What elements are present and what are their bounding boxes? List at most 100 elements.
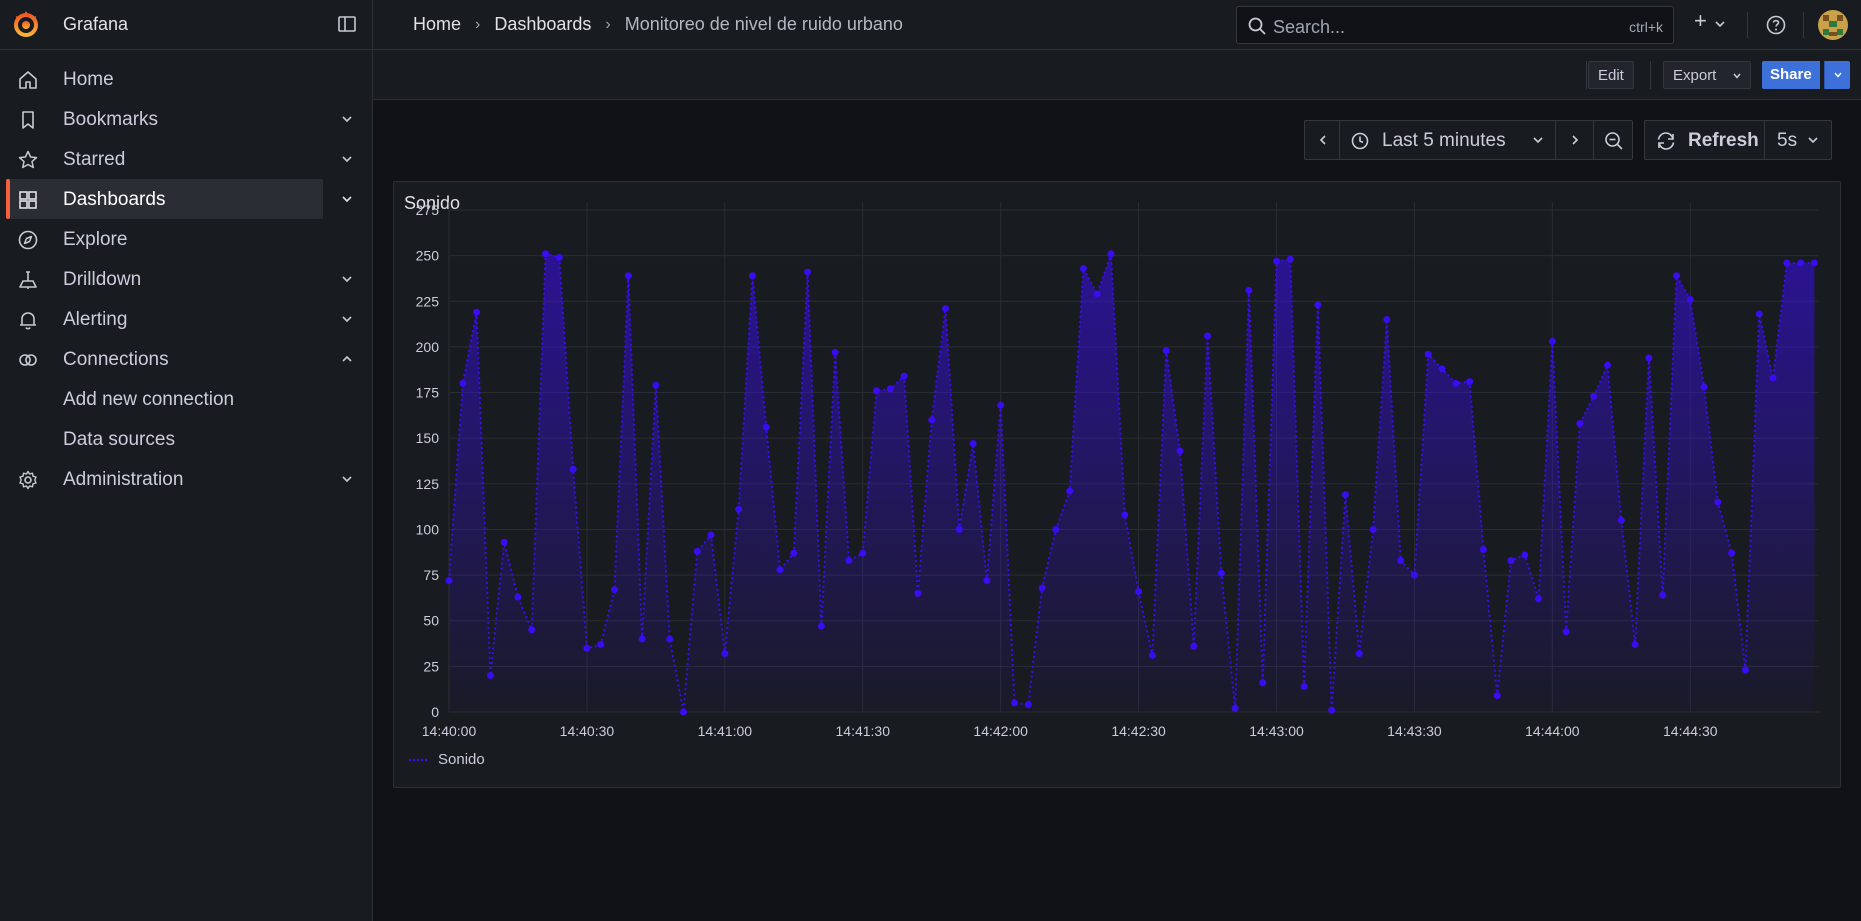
home-icon — [17, 69, 39, 91]
chart-legend: Sonido — [408, 751, 485, 768]
breadcrumb-home[interactable]: Home — [413, 14, 461, 35]
chevron-down-icon[interactable] — [340, 112, 354, 126]
data-point — [914, 589, 922, 597]
help-icon[interactable] — [1765, 14, 1787, 36]
sidebar-item-starred[interactable]: Starred — [0, 139, 373, 179]
sidebar: Home Bookmarks Starred Dashboards Explor… — [0, 50, 373, 921]
sidebar-item-label: Home — [63, 69, 114, 90]
data-point — [790, 549, 798, 557]
data-point — [473, 308, 481, 316]
data-point — [1010, 699, 1018, 707]
data-point — [486, 671, 494, 679]
data-point — [1755, 310, 1763, 318]
x-tick-label: 14:43:30 — [1387, 723, 1442, 739]
sidebar-item-connections[interactable]: Connections — [0, 339, 373, 379]
chevron-up-icon[interactable] — [340, 352, 354, 366]
y-tick-label: 100 — [416, 521, 440, 537]
sidebar-item-administration[interactable]: Administration — [0, 459, 373, 499]
data-point — [1300, 682, 1308, 690]
data-point — [1328, 706, 1336, 714]
data-point — [1217, 569, 1225, 577]
chevron-down-icon[interactable] — [340, 272, 354, 286]
sidebar-item-explore[interactable]: Explore — [0, 219, 373, 259]
chevron-down-icon[interactable] — [340, 152, 354, 166]
sidebar-subitem-add-new-connection[interactable]: Add new connection — [63, 389, 234, 411]
data-point — [1797, 259, 1805, 267]
y-tick-label: 275 — [416, 202, 440, 218]
data-point — [928, 416, 936, 424]
data-point — [1466, 378, 1474, 386]
share-options-button[interactable] — [1824, 61, 1850, 89]
data-point — [845, 556, 853, 564]
data-point — [817, 622, 825, 630]
grafana-app: Grafana Home › Dashboards › Monitoreo de… — [0, 0, 1861, 921]
data-point — [1286, 255, 1294, 263]
data-point — [983, 577, 991, 585]
data-point — [528, 626, 536, 634]
data-point — [776, 566, 784, 574]
refresh-button[interactable]: Refresh — [1645, 121, 1765, 159]
data-point — [955, 525, 963, 533]
y-tick-label: 50 — [423, 613, 439, 629]
chevron-down-icon[interactable] — [340, 192, 354, 206]
legend-label[interactable]: Sonido — [438, 751, 485, 768]
data-point — [1548, 337, 1556, 345]
sidebar-item-home[interactable]: Home — [0, 59, 373, 99]
sidebar-item-dashboards[interactable]: Dashboards — [0, 179, 373, 219]
add-new-button[interactable]: + — [1690, 8, 1730, 36]
topbar-separator — [1803, 12, 1804, 38]
data-point — [569, 465, 577, 473]
chevron-down-icon — [1733, 73, 1741, 79]
chevron-down-icon[interactable] — [340, 472, 354, 486]
data-point — [583, 644, 591, 652]
data-point — [693, 547, 701, 555]
data-point — [1535, 595, 1543, 603]
x-tick-label: 14:42:30 — [1111, 723, 1166, 739]
breadcrumb-dashboards[interactable]: Dashboards — [494, 14, 591, 35]
data-point — [1659, 591, 1667, 599]
data-point — [1121, 511, 1129, 519]
edit-button[interactable]: Edit — [1588, 61, 1634, 89]
data-point — [1438, 365, 1446, 373]
chart[interactable]: 0 25 50 75 100 125 150 175 200 225 250 275 14:40:00 1… — [394, 182, 1842, 747]
data-point — [624, 272, 632, 280]
avatar[interactable] — [1818, 10, 1848, 40]
grafana-logo-icon[interactable] — [12, 10, 40, 38]
data-point — [1093, 290, 1101, 298]
data-point — [638, 635, 646, 643]
refresh-interval-picker[interactable]: 5s — [1765, 121, 1831, 159]
zoom-out-button[interactable] — [1594, 121, 1632, 159]
brand-name: Grafana — [63, 14, 129, 34]
refresh-controls: Refresh 5s — [1644, 120, 1832, 160]
sidebar-item-label: Dashboards — [63, 189, 166, 210]
sidebar-item-alerting[interactable]: Alerting — [0, 299, 373, 339]
sidebar-item-bookmarks[interactable]: Bookmarks — [0, 99, 373, 139]
data-point — [1135, 588, 1143, 596]
clock-icon — [1351, 132, 1369, 150]
export-button[interactable]: Export — [1663, 61, 1751, 89]
breadcrumb-separator-icon: › — [605, 15, 611, 33]
data-point — [500, 538, 508, 546]
y-tick-label: 125 — [416, 476, 440, 492]
chevron-down-icon[interactable] — [340, 312, 354, 326]
data-point — [1204, 332, 1212, 340]
export-label: Export — [1673, 67, 1717, 84]
timeseries-panel[interactable]: Sonido 0 25 50 75 100 125 150 175 200 225 250 275 14… — [393, 181, 1841, 788]
search-icon — [1247, 16, 1267, 36]
data-point — [1245, 286, 1253, 294]
time-range-back-button[interactable] — [1305, 121, 1340, 159]
bookmark-icon — [17, 109, 39, 131]
time-range-forward-button[interactable] — [1556, 121, 1594, 159]
time-range-picker[interactable]: Last 5 minutes — [1340, 121, 1556, 159]
data-point — [1024, 701, 1032, 709]
data-point — [997, 401, 1005, 409]
share-button[interactable]: Share — [1762, 61, 1820, 89]
dock-icon[interactable] — [337, 14, 357, 34]
search-placeholder: Search... — [1273, 17, 1346, 37]
x-tick-label: 14:40:30 — [560, 723, 615, 739]
data-point — [1769, 374, 1777, 382]
search-input[interactable]: Search... ctrl+k — [1236, 6, 1674, 44]
sidebar-subitem-data-sources[interactable]: Data sources — [63, 429, 175, 451]
data-point — [831, 348, 839, 356]
sidebar-item-drilldown[interactable]: Drilldown — [0, 259, 373, 299]
